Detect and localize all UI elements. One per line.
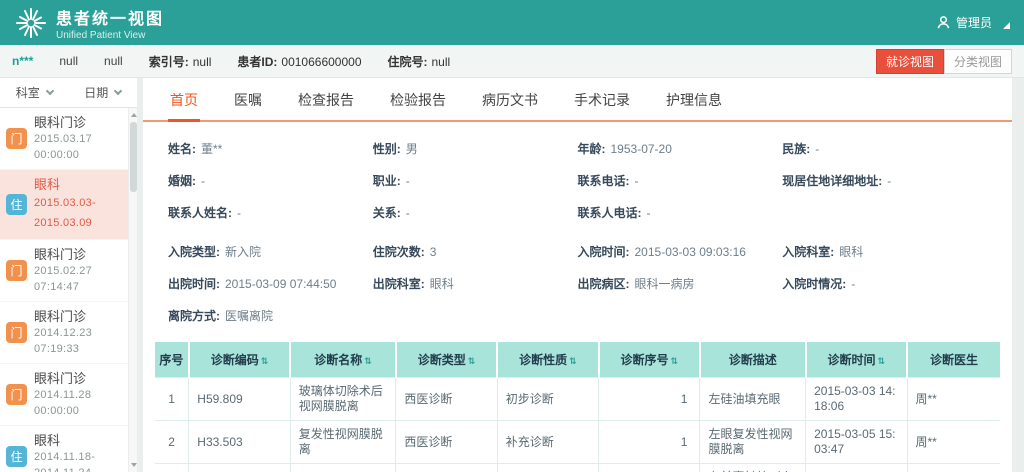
sort-icon: ⇅ (671, 356, 679, 366)
visit-item[interactable]: 门 眼科门诊 2015.03.17 00:00:00 (0, 108, 128, 170)
sort-icon: ⇅ (364, 356, 372, 366)
visit-item[interactable]: 门 眼科门诊 2015.02.27 07:14:47 (0, 240, 128, 302)
date-filter-dropdown[interactable]: 日期 (84, 84, 121, 101)
col-diagnosis-doctor: 诊断医生 (907, 342, 1000, 378)
scrollbar-thumb[interactable] (130, 122, 137, 192)
patient-name: n*** (12, 54, 33, 68)
sort-icon: ⇅ (468, 356, 476, 366)
tab-nursing-info[interactable]: 护理信息 (664, 78, 724, 122)
patient-profile: 姓名:董** 性别:男 年龄:1953-07-20 民族:- 婚姻:- 职业:-… (143, 122, 1012, 328)
tab-medical-records[interactable]: 病历文书 (480, 78, 540, 122)
tab-home[interactable]: 首页 (168, 78, 200, 122)
table-row: 3 Z96.101 人工晶体植入状态 西医诊断 初步诊断 2 左前囊皱缩（人工晶… (155, 464, 1000, 472)
outpatient-icon: 门 (6, 322, 27, 343)
field-discharge-ward: 出院病区:眼科一病房 (578, 275, 783, 292)
patient-info-bar: n*** null null 索引号:null 患者ID:00106660000… (0, 45, 1024, 78)
main-panel: 首页 医嘱 检查报告 检验报告 病历文书 手术记录 护理信息 姓名:董** 性别… (143, 78, 1012, 472)
field-discharge-time: 出院时间:2015-03-09 07:44:50 (168, 275, 373, 292)
admission-info-grid: 入院类型:新入院 住院次数:3 入院时间:2015-03-03 09:03:16… (168, 243, 987, 324)
patient-index-no: 索引号:null (149, 53, 212, 70)
user-caret-icon (1003, 22, 1010, 29)
scroll-up-icon[interactable] (130, 110, 137, 120)
user-name: 管理员 (956, 14, 992, 31)
inpatient-icon: 住 (6, 194, 27, 215)
field-admission-count: 住院次数:3 (373, 243, 578, 260)
sort-icon: ⇅ (569, 356, 577, 366)
visit-item[interactable]: 住 眼科 2014.11.18- 2014.11.24 (0, 426, 128, 472)
field-admission-dept: 入院科室:眼科 (782, 243, 987, 260)
tab-bar: 首页 医嘱 检查报告 检验报告 病历文书 手术记录 护理信息 (143, 78, 1012, 122)
table-row: 1 H59.809 玻璃体切除术后视网膜脱离 西医诊断 初步诊断 1 左硅油填充… (155, 378, 1000, 421)
col-diagnosis-code[interactable]: 诊断编码⇅ (189, 342, 290, 378)
user-icon (936, 15, 951, 30)
field-contact-phone: 联系人电话:- (578, 204, 783, 221)
basic-info-grid: 姓名:董** 性别:男 年龄:1953-07-20 民族:- 婚姻:- 职业:-… (168, 140, 987, 221)
app-subtitle: Unified Patient View (56, 30, 164, 41)
visit-item[interactable]: 门 眼科门诊 2014.11.28 00:00:00 (0, 364, 128, 426)
inpatient-icon: 住 (6, 446, 27, 467)
col-diagnosis-nature[interactable]: 诊断性质⇅ (497, 342, 598, 378)
category-view-button[interactable]: 分类视图 (944, 49, 1012, 74)
field-occupation: 职业:- (373, 172, 578, 189)
starburst-logo-icon (14, 6, 48, 40)
outpatient-icon: 门 (6, 128, 27, 149)
app-title: 患者统一视图 (56, 5, 164, 29)
col-diagnosis-name[interactable]: 诊断名称⇅ (290, 342, 396, 378)
user-menu[interactable]: 管理员 (936, 14, 1010, 31)
field-marriage: 婚姻:- (168, 172, 373, 189)
diagnosis-table: 序号 诊断编码⇅ 诊断名称⇅ 诊断类型⇅ 诊断性质⇅ 诊断序号⇅ 诊断描述 诊断… (155, 342, 1000, 472)
col-diagnosis-type[interactable]: 诊断类型⇅ (396, 342, 497, 378)
patient-admission-no: 住院号:null (388, 53, 451, 70)
field-name: 姓名:董** (168, 140, 373, 157)
field-phone: 联系电话:- (578, 172, 783, 189)
field-ethnicity: 民族:- (782, 140, 987, 157)
tab-surgery-records[interactable]: 手术记录 (572, 78, 632, 122)
col-seq: 序号 (155, 342, 189, 378)
field-gender: 性别:男 (373, 140, 578, 157)
chevron-down-icon (46, 87, 54, 95)
department-filter-dropdown[interactable]: 科室 (16, 84, 53, 101)
field-discharge-method: 离院方式:医嘱离院 (168, 307, 373, 324)
field-admission-type: 入院类型:新入院 (168, 243, 373, 260)
field-admission-condition: 入院时情况:- (782, 275, 987, 292)
field-age: 年龄:1953-07-20 (578, 140, 783, 157)
table-header-row: 序号 诊断编码⇅ 诊断名称⇅ 诊断类型⇅ 诊断性质⇅ 诊断序号⇅ 诊断描述 诊断… (155, 342, 1000, 378)
app-header: 患者统一视图 Unified Patient View 管理员 (0, 0, 1024, 45)
sidebar-scrollbar[interactable] (128, 108, 137, 472)
visit-item[interactable]: 门 眼科门诊 2014.12.23 07:19:33 (0, 302, 128, 364)
patient-id: 患者ID:001066600000 (237, 53, 361, 70)
app-logo: 患者统一视图 Unified Patient View (14, 5, 164, 41)
col-diagnosis-seq[interactable]: 诊断序号⇅ (599, 342, 700, 378)
sort-icon: ⇅ (261, 356, 269, 366)
patient-field-1: null (59, 54, 78, 68)
field-empty (782, 204, 987, 221)
col-diagnosis-time[interactable]: 诊断时间⇅ (806, 342, 907, 378)
field-contact-name: 联系人姓名:- (168, 204, 373, 221)
sort-icon: ⇅ (878, 356, 886, 366)
visit-list: 门 眼科门诊 2015.03.17 00:00:00 住 眼科 2015.03.… (0, 108, 137, 472)
field-relation: 关系:- (373, 204, 578, 221)
visit-view-button[interactable]: 就诊视图 (876, 49, 944, 74)
visit-item-selected[interactable]: 住 眼科 2015.03.03- 2015.03.09 (0, 170, 128, 240)
tab-lab-reports[interactable]: 检验报告 (388, 78, 448, 122)
field-admission-time: 入院时间:2015-03-03 09:03:16 (578, 243, 783, 260)
scroll-down-icon[interactable] (130, 460, 137, 470)
table-row: 2 H33.503 复发性视网膜脱离 西医诊断 补充诊断 1 左眼复发性视网膜脱… (155, 421, 1000, 464)
outpatient-icon: 门 (6, 260, 27, 281)
patient-field-2: null (104, 54, 123, 68)
field-discharge-dept: 出院科室:眼科 (373, 275, 578, 292)
tab-orders[interactable]: 医嘱 (232, 78, 264, 122)
tab-exam-reports[interactable]: 检查报告 (296, 78, 356, 122)
outpatient-icon: 门 (6, 384, 27, 405)
chevron-down-icon (114, 87, 122, 95)
visit-sidebar: 科室 日期 门 眼科门诊 2015.03.17 00:00:00 住 眼科 20… (0, 78, 137, 472)
col-diagnosis-desc: 诊断描述 (700, 342, 806, 378)
field-address: 现居住地详细地址:- (782, 172, 987, 189)
